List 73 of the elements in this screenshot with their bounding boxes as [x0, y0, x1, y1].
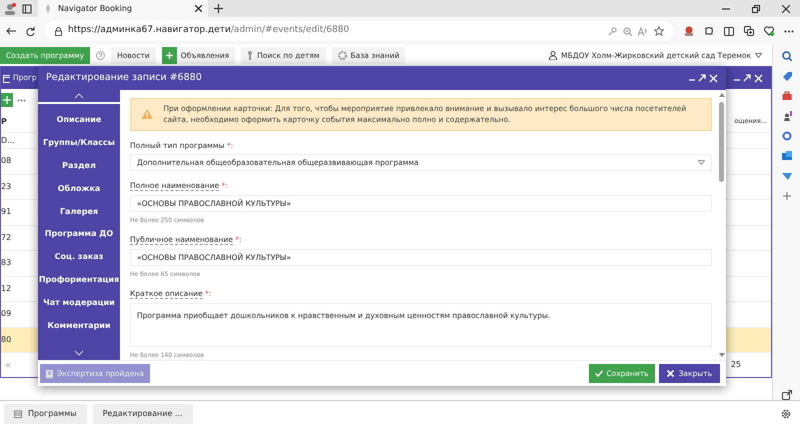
page-icon	[44, 4, 52, 14]
window-controls-icon[interactable]	[688, 74, 718, 82]
close-icon[interactable]	[195, 5, 202, 12]
profile-icon[interactable]	[4, 2, 16, 14]
toolbox-icon[interactable]	[782, 91, 792, 101]
window-controls-icon[interactable]	[733, 74, 763, 82]
table-cell: D...	[1, 134, 15, 146]
ring-icon[interactable]	[782, 131, 792, 141]
sidebar-item[interactable]: Описание	[56, 109, 102, 132]
search-icon[interactable]	[782, 51, 792, 61]
reload-icon[interactable]	[26, 26, 35, 36]
tab-actions-icon[interactable]	[22, 4, 32, 14]
star-icon[interactable]	[654, 26, 664, 36]
more-icon[interactable]	[784, 30, 794, 32]
address-field[interactable]: https://админка67.навигатор.дети/admin/#events/edit/6880	[45, 21, 674, 41]
column-header: Р	[1, 116, 7, 128]
read-aloud-icon[interactable]	[638, 26, 648, 36]
table-cell: 91	[1, 206, 12, 218]
person-icon	[247, 51, 254, 60]
scrollbar-thumb[interactable]	[719, 102, 724, 182]
sidebar-item[interactable]: Соц. заказ	[54, 246, 104, 269]
zoom-icon[interactable]	[623, 26, 632, 36]
scroll-down-icon[interactable]	[74, 350, 84, 356]
tab-title: Navigator Booking	[58, 2, 133, 14]
mail-icon[interactable]	[782, 151, 792, 161]
sidebar-item[interactable]: Галерея	[60, 200, 98, 223]
health-icon[interactable]	[764, 26, 774, 36]
taskbar-button[interactable]: Редактирование ...	[92, 404, 193, 424]
scroll-up-icon[interactable]	[74, 93, 84, 99]
back-icon[interactable]	[6, 27, 16, 35]
sidebar-item[interactable]: Раздел	[62, 154, 96, 178]
scroll-up-icon[interactable]	[719, 93, 725, 97]
collections-icon[interactable]	[744, 26, 754, 36]
sidebar-item[interactable]: Обложка	[58, 177, 100, 200]
caret-icon	[698, 160, 705, 166]
sidebar-item[interactable]: Чат модерации	[43, 291, 115, 314]
new-tab-icon[interactable]	[214, 4, 223, 13]
lock-icon	[55, 26, 62, 36]
external-link-icon[interactable]	[782, 390, 792, 400]
settings-icon[interactable]	[781, 408, 791, 418]
close-icon	[666, 370, 674, 377]
table-cell: 23	[1, 180, 12, 193]
taskbar-button[interactable]: Программы	[4, 404, 87, 424]
page-size-select[interactable]: 25	[730, 359, 741, 371]
check-icon	[595, 370, 604, 377]
url-text: https://админка67.навигатор.дети/admin/#events/edit/6880	[68, 24, 350, 38]
restore-icon[interactable]	[752, 4, 760, 12]
table-cell: 72	[1, 232, 12, 244]
table-cell: 83	[1, 257, 12, 270]
add-icon[interactable]	[1, 93, 13, 107]
document-icon	[46, 370, 53, 378]
user-icon	[549, 51, 558, 60]
gear-icon	[338, 51, 347, 60]
caret-icon	[755, 53, 762, 58]
chess-icon[interactable]	[782, 111, 792, 121]
sidebar-item[interactable]: Группы/Классы	[43, 132, 115, 155]
table-cell: 80	[1, 334, 12, 346]
table-cell: 09	[1, 308, 12, 320]
send-icon[interactable]	[782, 171, 792, 181]
help-icon	[96, 51, 106, 60]
dialog-title: Редактирование записи #6880	[46, 70, 202, 85]
sidebar-item[interactable]: Программа ДО	[44, 222, 114, 246]
table-cell: 08	[1, 155, 12, 168]
sidebar-item[interactable]: Профориентация	[38, 268, 120, 292]
browser-tab[interactable]: Navigator Booking	[38, 0, 208, 17]
close-icon[interactable]	[782, 4, 790, 12]
sidebar-item[interactable]: Комментарии	[47, 314, 111, 337]
extension-icon[interactable]	[684, 26, 694, 36]
table-cell: 12	[1, 282, 12, 295]
plus-icon[interactable]	[782, 191, 792, 201]
split-screen-icon[interactable]	[724, 26, 734, 36]
tag-icon[interactable]	[782, 71, 792, 81]
key-icon[interactable]	[608, 26, 617, 36]
